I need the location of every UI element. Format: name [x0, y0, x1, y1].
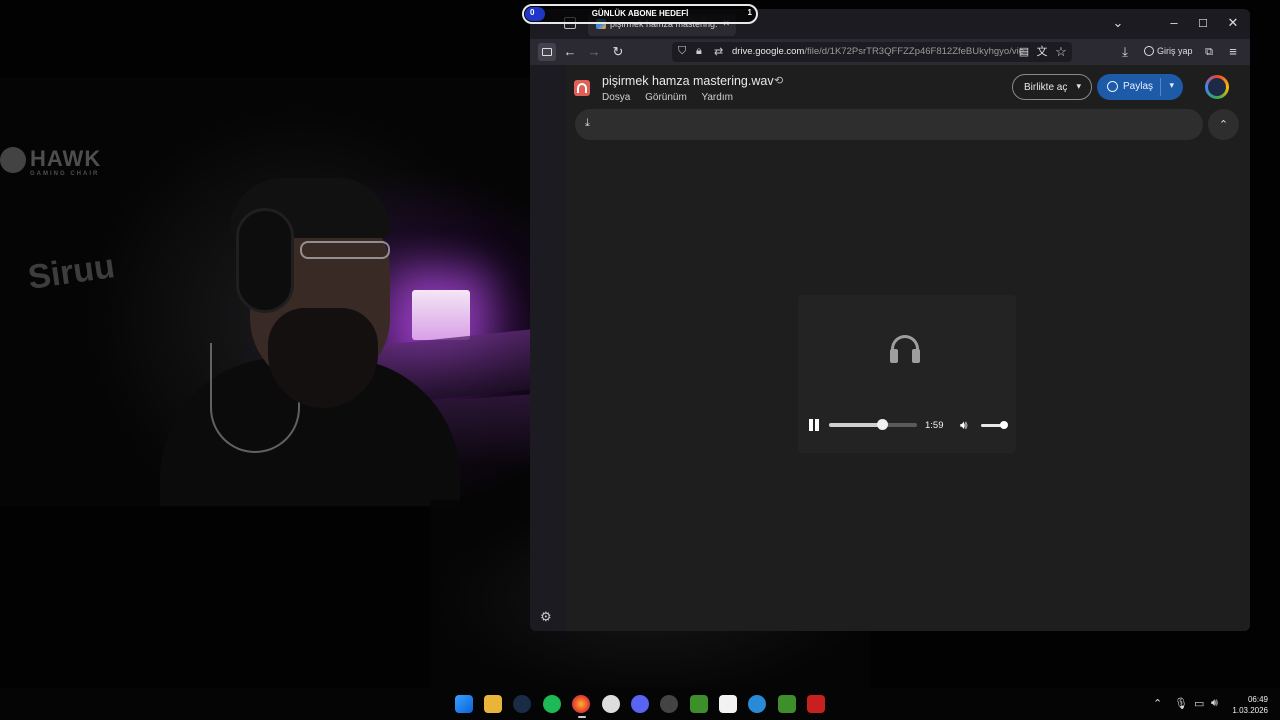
gear-icon[interactable]: ⚙ [540, 609, 552, 625]
account-avatar[interactable] [1205, 75, 1229, 99]
chevron-up-icon: ⌃ [1218, 119, 1229, 131]
wall-watermark: Siruu [25, 247, 118, 297]
share-label: Paylaş [1123, 81, 1154, 92]
menu-file[interactable]: Dosya [602, 92, 630, 103]
bookmark-star-icon[interactable]: ☆ [1052, 44, 1070, 60]
close-window-button[interactable]: ✕ [1223, 15, 1243, 31]
shield-icon[interactable]: ⛉ [678, 45, 686, 58]
menu-view[interactable]: Görünüm [645, 92, 687, 103]
menu-icon[interactable]: ≡ [1224, 44, 1242, 60]
audio-file-icon [574, 80, 590, 96]
hawk-logo-icon [0, 147, 26, 174]
open-with-button[interactable]: Birlikte aç ▾ [1012, 74, 1092, 100]
download-icon[interactable]: ⤓ [585, 117, 590, 130]
network-app-icon[interactable] [748, 695, 766, 713]
media-app-2-icon[interactable] [778, 695, 796, 713]
signin-button[interactable]: Giriş yap [1144, 46, 1193, 56]
file-menu-bar: Dosya Görünüm Yardım [602, 92, 745, 103]
steam-icon[interactable] [513, 695, 531, 713]
browser-sidebar: ⚙ [530, 65, 566, 631]
menu-help[interactable]: Yardım [701, 92, 733, 103]
downloads-icon[interactable]: ⤓ [1116, 44, 1134, 60]
translate-icon[interactable]: 文 [1033, 44, 1051, 60]
minimize-button[interactable]: – [1164, 15, 1184, 30]
headphones-icon [888, 333, 922, 367]
playback-time: 1:59 [925, 420, 944, 431]
nav-toolbar: ← → ↻ ⛉ 🔒︎ ⇄ drive.google.com/file/d/1K7… [530, 39, 1250, 65]
firefox-active-indicator [578, 716, 586, 718]
back-button[interactable]: ← [561, 44, 579, 60]
display-icon[interactable]: ▭ [1194, 697, 1204, 710]
red-app-icon[interactable] [807, 695, 825, 713]
permissions-icon[interactable]: ⇄ [714, 45, 723, 58]
drive-file-viewer: pişirmek hamza mastering.wav ⟲ Dosya Gör… [566, 65, 1250, 631]
reader-view-icon[interactable]: ▤ [1015, 44, 1033, 60]
open-with-label: Birlikte aç [1024, 82, 1068, 93]
speaker-icon[interactable]: 🔊︎ [1211, 697, 1218, 710]
pause-button[interactable] [808, 419, 820, 431]
hawk-logo: HAWK GAMING CHAIR [0, 146, 101, 177]
clock-time: 06:49 [1247, 695, 1268, 704]
url-bar[interactable]: ⛉ 🔒︎ ⇄ drive.google.com/file/d/1K72PsrTR… [672, 42, 1072, 62]
maximize-button[interactable]: ☐ [1193, 17, 1213, 30]
spotify-icon[interactable] [543, 695, 561, 713]
capcut-icon[interactable] [719, 695, 737, 713]
account-icon [1144, 46, 1154, 56]
url-path: /file/d/1K72PsrTR3QFFZZp46F812ZfeBUkyhgy… [804, 46, 1025, 57]
crystal-lamp [412, 290, 470, 340]
microphone-icon[interactable]: 🎙︎ [1174, 697, 1188, 710]
glasses [300, 241, 390, 259]
headphones [236, 208, 294, 313]
list-all-tabs-icon[interactable]: ⌄ [1108, 15, 1128, 31]
globe-icon [1107, 81, 1118, 92]
system-clock[interactable]: 06:49 1.03.2026 [1230, 694, 1268, 716]
goal-title: GÜNLÜK ABONE HEDEFİ [591, 9, 689, 18]
forward-button[interactable]: → [585, 44, 603, 60]
share-button[interactable]: Paylaş ▾ [1097, 74, 1183, 100]
sidebar-toggle-button[interactable] [538, 43, 556, 61]
url-host: drive.google.com [732, 46, 805, 57]
hawk-brand-text: HAWK [30, 146, 102, 171]
file-explorer-icon[interactable] [484, 695, 502, 713]
sidebar-icon [542, 48, 552, 56]
discord-icon[interactable] [631, 695, 649, 713]
desktop: HAWK GAMING CHAIR Siruu 0 GÜNLÜK ABONE HE… [0, 0, 1280, 720]
file-title: pişirmek hamza mastering.wav [602, 74, 774, 88]
drive-shortcut-icon[interactable]: ⟲ [774, 74, 783, 87]
seek-slider[interactable] [829, 419, 917, 430]
start-icon[interactable] [455, 695, 473, 713]
lock-icon[interactable]: 🔒︎ [696, 45, 702, 58]
obs-icon[interactable] [602, 695, 620, 713]
share-divider [1160, 78, 1161, 96]
tray-expand-icon[interactable]: ⌃ [1153, 697, 1162, 710]
firefox-icon[interactable] [572, 695, 590, 713]
reload-button[interactable]: ↻ [609, 44, 627, 60]
volume-handle[interactable] [1000, 421, 1009, 429]
webcam-overlay: HAWK GAMING CHAIR Siruu [0, 78, 571, 506]
subscriber-goal-bar: 0 GÜNLÜK ABONE HEDEFİ 1 [522, 4, 758, 24]
clock-date: 1.03.2026 [1232, 706, 1268, 715]
goal-max: 1 [747, 8, 752, 17]
signin-label: Giriş yap [1157, 46, 1193, 56]
seek-handle[interactable] [876, 419, 888, 430]
volume-slider[interactable] [981, 421, 1009, 429]
share-dropdown-icon[interactable]: ▾ [1169, 80, 1174, 91]
hawk-brand-sub: GAMING CHAIR [30, 171, 100, 178]
chevron-down-icon: ▾ [1076, 81, 1081, 91]
audio-player: 1:59 🔊︎ [798, 295, 1016, 453]
volume-icon[interactable]: 🔊︎ [960, 418, 968, 433]
extensions-icon[interactable]: ⧉ [1200, 44, 1218, 60]
collapse-toolbar-button[interactable]: ⌃ [1208, 109, 1239, 140]
seek-progress [829, 423, 882, 427]
media-app-icon[interactable] [690, 695, 708, 713]
download-toolbar: ⤓ [575, 109, 1203, 140]
app-icon[interactable] [660, 695, 678, 713]
browser-window: pişirmek hamza mastering. ✕ ⌄ – ☐ ✕ ← → … [530, 9, 1250, 631]
taskbar: ⌃ 🎙︎ ▭ 🔊︎ 06:49 1.03.2026 [0, 688, 1280, 720]
